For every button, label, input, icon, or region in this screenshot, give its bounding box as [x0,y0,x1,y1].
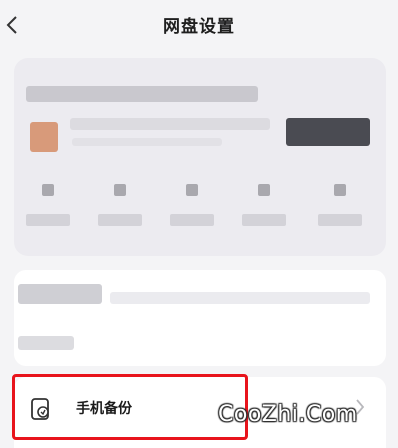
blurred-text [18,284,102,304]
blurred-text [26,86,258,102]
blurred-text [18,336,74,350]
blurred-stat [318,176,362,246]
blurred-stat [242,176,286,246]
blurred-text [110,292,370,304]
blurred-text [70,118,270,130]
phone-backup-icon [31,398,49,420]
page-title: 网盘设置 [163,17,235,37]
blurred-badge [286,118,370,146]
phone-backup-label: 手机备份 [76,401,132,417]
blurred-stat [98,176,142,246]
watermark: CooZhi.Com [218,402,358,427]
account-card-blurred [14,58,386,256]
blurred-avatar [30,122,58,152]
info-card-blurred [14,270,386,366]
header-bar: 网盘设置 [0,0,398,50]
blurred-stat [26,176,70,246]
blurred-stat [170,176,214,246]
blurred-text [72,138,222,146]
